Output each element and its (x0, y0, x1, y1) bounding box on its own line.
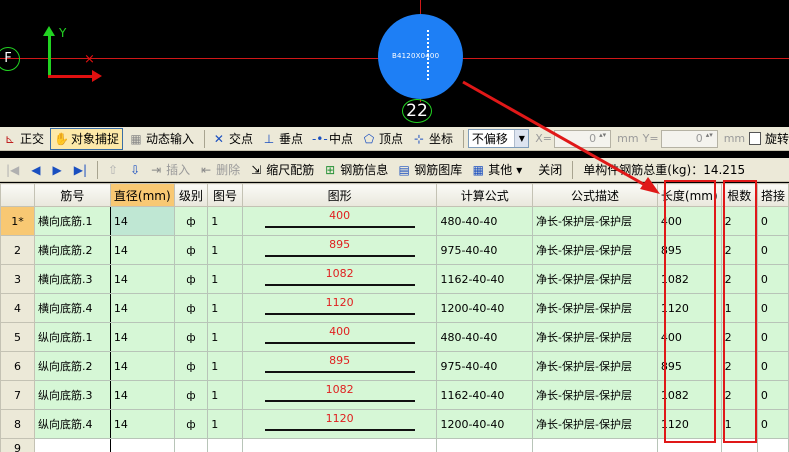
annotation-arrow (462, 80, 660, 194)
